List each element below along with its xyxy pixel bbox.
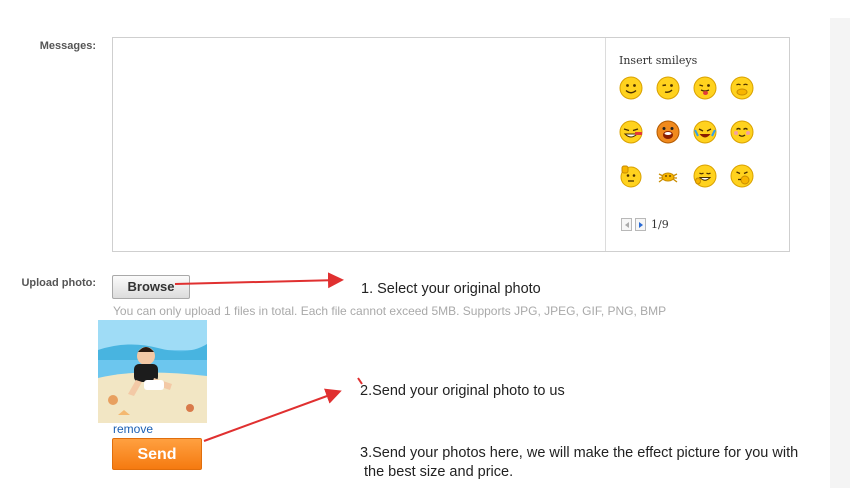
thinking-icon[interactable] xyxy=(730,164,754,188)
instruction-step-3-line-1: 3.Send your photos here, we will make th… xyxy=(360,445,799,461)
smiley-grid xyxy=(619,76,755,188)
head-scratch-icon[interactable] xyxy=(619,164,643,188)
smiley-panel-title: Insert smileys xyxy=(619,54,698,67)
send-button[interactable]: Send xyxy=(112,438,202,470)
remove-photo-link[interactable]: remove xyxy=(113,422,153,436)
grin-icon[interactable] xyxy=(693,164,717,188)
arrow-step-1 xyxy=(174,272,344,289)
blush-hands-icon[interactable] xyxy=(730,120,754,144)
upload-photo-label: Upload photo: xyxy=(21,277,96,289)
instruction-step-1: 1. Select your original photo xyxy=(361,281,541,297)
crying-laugh-icon[interactable] xyxy=(693,120,717,144)
message-box: Insert smileys 1/9 xyxy=(112,37,790,252)
message-textarea[interactable] xyxy=(113,38,606,251)
arrow-step-2 xyxy=(203,388,342,442)
smile-icon[interactable] xyxy=(619,76,643,100)
crab-icon[interactable] xyxy=(656,164,680,188)
instruction-step-3-line-2: the best size and price. xyxy=(364,464,514,480)
smiley-pager: 1/9 xyxy=(621,218,669,231)
smiley-panel: Insert smileys 1/9 xyxy=(607,38,789,251)
page-right-edge xyxy=(830,18,850,488)
pager-next-icon[interactable] xyxy=(635,218,646,231)
tongue-icon[interactable] xyxy=(693,76,717,100)
pig-face-icon[interactable] xyxy=(656,120,680,144)
uploaded-photo-thumbnail xyxy=(98,320,207,423)
cover-mouth-icon[interactable] xyxy=(730,76,754,100)
wink-icon[interactable] xyxy=(656,76,680,100)
messages-label: Messages: xyxy=(39,40,96,52)
browse-button[interactable]: Browse xyxy=(112,275,190,299)
instruction-step-2: 2.Send your original photo to us xyxy=(360,383,565,399)
laugh-tears-icon[interactable] xyxy=(619,120,643,144)
upload-hint: You can only upload 1 files in total. Ea… xyxy=(113,304,667,318)
pager-prev-icon[interactable] xyxy=(621,218,632,231)
pager-page-indicator: 1/9 xyxy=(651,218,669,231)
